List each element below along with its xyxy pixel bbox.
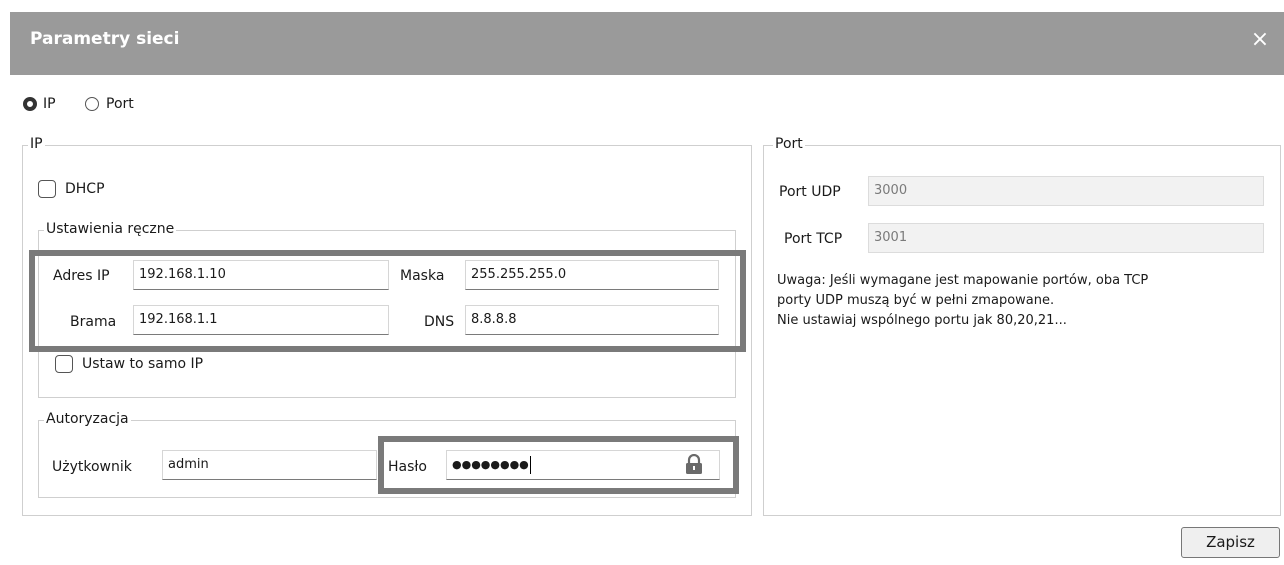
udp-port-input[interactable]: 3000 [868, 176, 1264, 206]
dhcp-checkbox[interactable] [38, 180, 56, 198]
same-ip-checkbox[interactable] [55, 355, 73, 373]
port-note-line-2: porty UDP muszą być w pełni zmapowane. [777, 293, 1055, 308]
ip-group-legend: IP [28, 136, 45, 152]
close-icon[interactable]: × [1248, 28, 1272, 52]
password-label: Hasło [388, 459, 427, 475]
radio-port-label: Port [106, 96, 134, 112]
lock-icon[interactable] [684, 454, 704, 476]
user-input[interactable]: admin [162, 450, 377, 480]
auth-legend: Autoryzacja [44, 411, 131, 427]
dialog-title: Parametry sieci [30, 29, 180, 49]
dialog-titlebar [10, 12, 1284, 75]
tcp-port-input[interactable]: 3001 [868, 223, 1264, 253]
port-note-line-1: Uwaga: Jeśli wymagane jest mapowanie por… [777, 273, 1149, 288]
udp-port-label: Port UDP [779, 184, 841, 200]
password-mask: ●●●●●●●● [452, 458, 529, 471]
tcp-port-label: Port TCP [784, 231, 843, 247]
port-group-legend: Port [773, 136, 805, 152]
port-note-line-3: Nie ustawiaj wspólnego portu jak 80,20,2… [777, 313, 1067, 328]
highlight-frame-network [29, 250, 746, 352]
dhcp-label: DHCP [65, 181, 105, 197]
radio-ip-label: IP [43, 96, 56, 112]
radio-ip[interactable] [23, 97, 37, 111]
user-label: Użytkownik [52, 459, 132, 475]
same-ip-label: Ustaw to samo IP [82, 356, 204, 372]
text-caret [529, 455, 531, 474]
manual-settings-legend: Ustawienia ręczne [44, 221, 177, 237]
radio-port[interactable] [85, 97, 99, 111]
save-button[interactable]: Zapisz [1181, 527, 1280, 558]
password-input[interactable]: ●●●●●●●● [446, 450, 720, 480]
